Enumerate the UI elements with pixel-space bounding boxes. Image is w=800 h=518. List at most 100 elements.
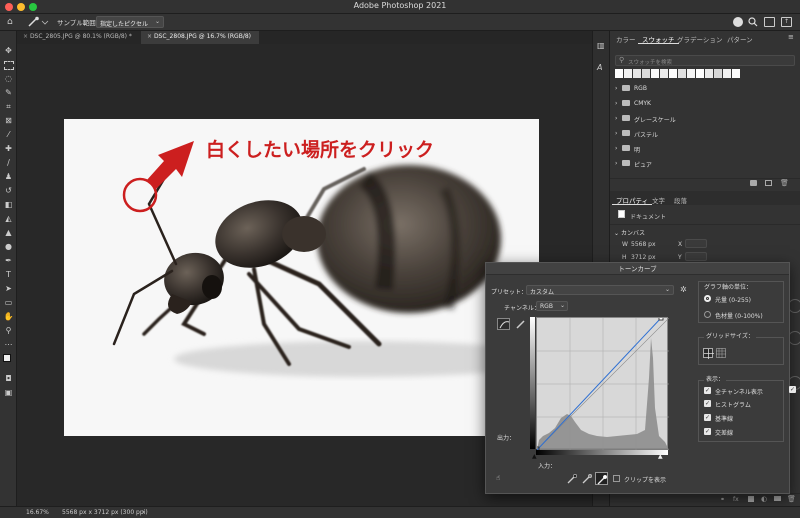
new-group-icon[interactable] xyxy=(750,180,757,186)
show-intersection-checkbox[interactable]: ✓ xyxy=(704,428,711,435)
tab-color[interactable]: カラー xyxy=(612,31,640,44)
screen-mode-icon[interactable]: ▣ xyxy=(3,387,14,398)
tab-character[interactable]: 文字 xyxy=(648,192,669,205)
canvas-section-header[interactable]: ⌄ カンバス xyxy=(614,228,645,237)
display-title: 表示： xyxy=(704,374,727,383)
zoom-level[interactable]: 16.67% xyxy=(26,509,49,516)
white-eyedropper-button[interactable] xyxy=(595,472,608,485)
trash-icon[interactable]: 🗑 xyxy=(787,495,796,503)
preview-checkbox[interactable]: ✓ xyxy=(789,386,796,393)
unit-pigment-radio[interactable] xyxy=(704,311,711,318)
window-title: Adobe Photoshop 2021 xyxy=(353,1,447,10)
tab-dsc-2805[interactable]: × DSC_2805.JPG @ 80.1% (RGB/8) * xyxy=(17,31,140,44)
trash-icon[interactable]: 🗑 xyxy=(780,179,789,187)
crop-tool-icon[interactable]: ⌗ xyxy=(3,101,14,112)
panel-menu-icon[interactable]: ≡ xyxy=(788,33,794,41)
history-brush-tool-icon[interactable]: ↺ xyxy=(3,185,14,196)
layers-footer: ⚭ fx ◐ 🗑 xyxy=(610,493,800,506)
options-bar: ⌂ サンプル範囲： 指定したピクセル ⌄ ↑ xyxy=(0,14,800,31)
group-icon[interactable] xyxy=(774,496,781,501)
brush-tool-icon[interactable]: ∕ xyxy=(3,157,14,168)
grid-detailed-button[interactable] xyxy=(716,348,726,358)
black-point-slider[interactable]: ▲ xyxy=(532,453,537,460)
new-swatch-icon[interactable] xyxy=(765,180,772,186)
adjustment-icon[interactable]: ◐ xyxy=(761,495,767,503)
preset-select[interactable]: カスタム ⌄ xyxy=(526,285,674,296)
show-clipping-checkbox[interactable] xyxy=(613,475,620,482)
workspace-icon[interactable] xyxy=(764,17,775,27)
tab-patterns[interactable]: パターン xyxy=(723,31,757,44)
recent-swatches[interactable] xyxy=(615,69,740,78)
blur-tool-icon[interactable]: ▲ xyxy=(3,227,14,238)
swatch-folder-grayscale[interactable]: › グレースケール xyxy=(610,112,800,127)
share-icon[interactable]: ↑ xyxy=(781,17,792,27)
character-panel-icon[interactable]: A xyxy=(597,63,602,72)
dodge-tool-icon[interactable]: ● xyxy=(3,241,14,252)
document-canvas[interactable]: 白くしたい場所をクリック xyxy=(64,119,539,436)
history-panel-icon[interactable]: ▥ xyxy=(597,41,605,50)
swatch-folder-light[interactable]: › 明 xyxy=(610,142,800,157)
curve-draw-button[interactable] xyxy=(514,318,527,330)
preset-options-gear-icon[interactable]: ✲ xyxy=(680,285,687,294)
white-point-slider[interactable]: ▲ xyxy=(658,453,663,460)
lasso-tool-icon[interactable]: ◌ xyxy=(3,73,14,84)
document-info[interactable]: 5568 px x 3712 px (300 ppi) xyxy=(62,509,148,516)
type-tool-icon[interactable]: T xyxy=(3,269,14,280)
fx-icon[interactable]: fx xyxy=(733,496,739,503)
height-value[interactable]: 3712 px xyxy=(631,254,656,261)
curve-edit-points-button[interactable] xyxy=(497,318,510,330)
quick-mask-icon[interactable]: ◘ xyxy=(3,373,14,384)
eyedropper-tool-preset[interactable] xyxy=(26,16,50,28)
swatch-folder-pure[interactable]: › ピュア xyxy=(610,157,800,172)
eyedropper-tool-icon[interactable]: ⁄ xyxy=(3,129,14,140)
show-baseline-checkbox[interactable]: ✓ xyxy=(704,414,711,421)
search-icon[interactable] xyxy=(748,17,758,27)
gray-eyedropper-button[interactable] xyxy=(581,473,593,485)
move-tool-icon[interactable]: ✥ xyxy=(3,45,14,56)
marquee-tool-icon[interactable] xyxy=(3,59,14,70)
swatch-search-input[interactable]: ⚲ スウォッチを検索 xyxy=(615,55,795,66)
tab-gradients[interactable]: グラデーション xyxy=(673,31,726,44)
curve-graph[interactable] xyxy=(534,315,670,452)
close-icon[interactable]: × xyxy=(23,33,30,40)
width-value[interactable]: 5568 px xyxy=(631,241,656,248)
unit-light-radio[interactable] xyxy=(704,295,711,302)
zoom-tool-icon[interactable]: ⚲ xyxy=(3,325,14,336)
swatch-folder-cmyk[interactable]: › CMYK xyxy=(610,97,800,112)
home-icon[interactable]: ⌂ xyxy=(7,17,17,27)
frame-tool-icon[interactable]: ⊠ xyxy=(3,115,14,126)
tab-properties[interactable]: プロパティ xyxy=(612,192,653,205)
y-input[interactable] xyxy=(685,252,707,261)
mask-icon[interactable] xyxy=(748,496,754,502)
paint-bucket-tool-icon[interactable]: ◭ xyxy=(3,213,14,224)
grid-simple-button[interactable] xyxy=(703,348,714,359)
show-all-channels-checkbox[interactable]: ✓ xyxy=(704,387,711,394)
chevron-right-icon[interactable]: › xyxy=(142,508,145,516)
swatch-folder-rgb[interactable]: › RGB xyxy=(610,82,800,97)
quick-select-tool-icon[interactable]: ✎ xyxy=(3,87,14,98)
folder-icon xyxy=(622,145,630,151)
tab-paragraph[interactable]: 段落 xyxy=(670,192,691,205)
black-eyedropper-button[interactable] xyxy=(566,473,578,485)
document-tab-bar: × DSC_2805.JPG @ 80.1% (RGB/8) * × DSC_2… xyxy=(17,31,592,44)
account-icon[interactable] xyxy=(733,17,743,27)
link-icon[interactable]: ⚭ xyxy=(720,496,725,503)
channel-select[interactable]: RGB ⌄ xyxy=(536,301,568,311)
path-select-tool-icon[interactable]: ➤ xyxy=(3,283,14,294)
tab-dsc-2808[interactable]: × DSC_2808.JPG @ 16.7% (RGB/8) xyxy=(141,31,259,44)
more-tools-icon[interactable]: ⋯ xyxy=(3,339,14,350)
stamp-tool-icon[interactable]: ♟ xyxy=(3,171,14,182)
chevron-right-icon: › xyxy=(615,145,618,152)
swatch-folder-pastel[interactable]: › パステル xyxy=(610,127,800,142)
shape-tool-icon[interactable]: ▭ xyxy=(3,297,14,308)
show-histogram-checkbox[interactable]: ✓ xyxy=(704,400,711,407)
healing-brush-tool-icon[interactable]: ✚ xyxy=(3,143,14,154)
target-adjust-icon[interactable]: ☝ xyxy=(496,474,508,484)
eraser-tool-icon[interactable]: ◧ xyxy=(3,199,14,210)
hand-tool-icon[interactable]: ✋ xyxy=(3,311,14,322)
x-input[interactable] xyxy=(685,239,707,248)
foreground-color-swatch[interactable] xyxy=(3,354,11,362)
close-icon[interactable]: × xyxy=(147,33,154,40)
pen-tool-icon[interactable]: ✒ xyxy=(3,255,14,266)
sample-size-select[interactable]: 指定したピクセル ⌄ xyxy=(96,16,164,28)
